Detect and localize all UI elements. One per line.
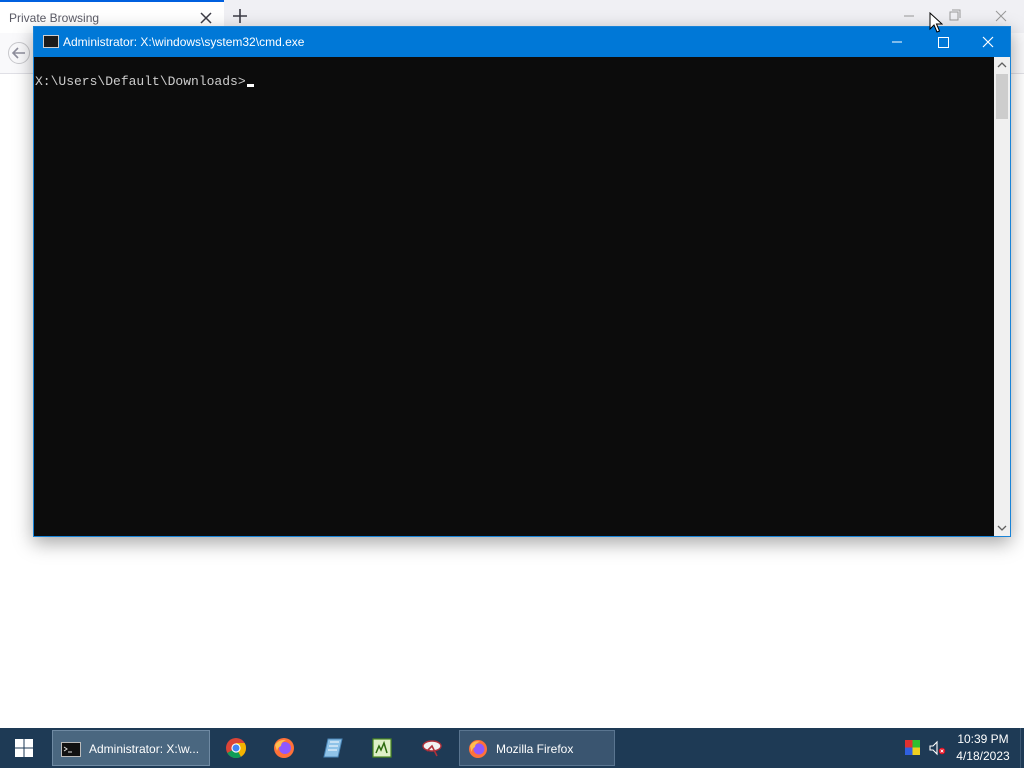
cmd-window-title: Administrator: X:\windows\system32\cmd.e…: [63, 35, 305, 49]
taskbar-item-firefox[interactable]: Mozilla Firefox: [459, 730, 615, 766]
taskbar-item-cmd[interactable]: Administrator: X:\w...: [52, 730, 210, 766]
console-output[interactable]: X:\Users\Default\Downloads>: [34, 57, 994, 536]
new-tab-icon[interactable]: [232, 8, 248, 24]
windows-logo-icon[interactable]: [0, 728, 48, 768]
clock-date: 4/18/2023: [956, 749, 1010, 763]
clock-time: 10:39 PM: [957, 732, 1009, 746]
taskbar-pin-firefox[interactable]: [262, 730, 306, 766]
cmd-window[interactable]: Administrator: X:\windows\system32\cmd.e…: [33, 26, 1011, 537]
maximize-icon[interactable]: [920, 27, 966, 57]
command-prompt-line: X:\Users\Default\Downloads>: [35, 74, 254, 89]
scroll-down-arrow-icon[interactable]: [994, 520, 1010, 536]
chrome-icon: [226, 738, 247, 759]
mouse-pointer-icon: [929, 12, 943, 33]
firefox-icon: [274, 738, 294, 758]
cmd-title-bar[interactable]: Administrator: X:\windows\system32\cmd.e…: [34, 27, 1010, 57]
browser-tab-title: Private Browsing: [9, 11, 100, 25]
scrollbar-thumb[interactable]: [996, 74, 1008, 119]
firefox-icon: [469, 740, 487, 758]
taskbar-pin-app[interactable]: [410, 730, 454, 766]
notepad-icon: [372, 738, 392, 758]
show-desktop-button[interactable]: [1020, 728, 1024, 768]
text-cursor: [246, 84, 254, 87]
close-tab-icon[interactable]: [199, 11, 213, 25]
vertical-scrollbar[interactable]: [994, 57, 1010, 536]
taskbar-item-label: Administrator: X:\w...: [89, 742, 200, 756]
color-display-icon[interactable]: [905, 740, 920, 755]
app-icon: [323, 738, 343, 758]
taskbar-pin-app[interactable]: [311, 730, 355, 766]
volume-muted-icon[interactable]: [928, 739, 946, 757]
prompt-text: X:\Users\Default\Downloads>: [35, 74, 246, 89]
app-icon: [422, 740, 442, 757]
taskbar: Administrator: X:\w... Mozilla Firefox 1…: [0, 728, 1024, 768]
scroll-up-arrow-icon[interactable]: [994, 57, 1010, 73]
minimize-icon[interactable]: [874, 27, 920, 57]
browser-window-controls: [904, 9, 1007, 22]
cmd-icon: [61, 742, 81, 757]
taskbar-pin-notepad[interactable]: [360, 730, 404, 766]
close-icon[interactable]: [964, 27, 1010, 57]
cmd-icon: [43, 35, 59, 48]
taskbar-item-label: Mozilla Firefox: [496, 742, 574, 756]
system-clock[interactable]: 10:39 PM 4/18/2023: [950, 731, 1016, 765]
taskbar-pin-chrome[interactable]: [214, 730, 258, 766]
back-arrow-icon[interactable]: [8, 42, 30, 64]
